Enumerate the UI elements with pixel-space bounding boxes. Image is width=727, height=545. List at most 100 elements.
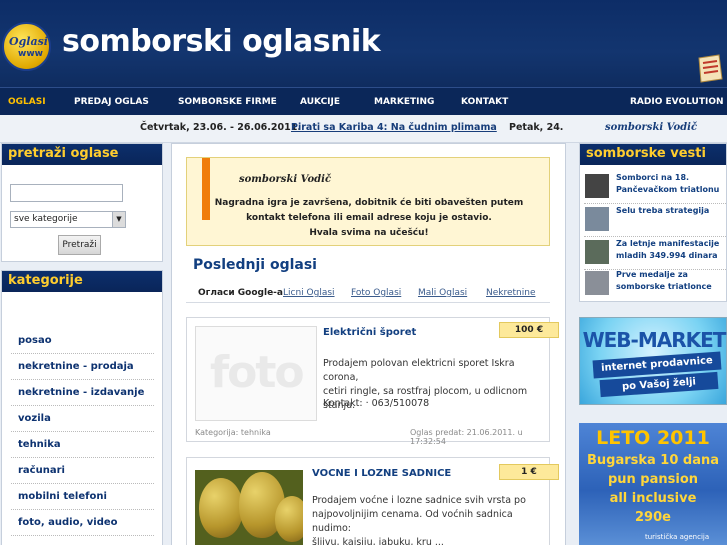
search-button[interactable]: Pretraži — [58, 235, 101, 255]
category-label: računari — [18, 465, 65, 476]
category-item[interactable]: nekretnine - prodaja — [11, 354, 154, 380]
notice-line: Hvala svima na učešću! — [309, 228, 429, 238]
logo-text: Oglasi — [9, 35, 48, 48]
ad-description: Prodajem voćne i lozne sadnice svih vrst… — [312, 494, 549, 545]
news-title[interactable]: Somborci na 18. Pančevačkom triatlonu — [616, 172, 726, 196]
news-thumbnail[interactable] — [585, 271, 609, 295]
category-select[interactable]: sve kategorije ▼ — [10, 211, 126, 228]
categories-panel: kategorije posao nekretnine - prodaja ne… — [1, 270, 163, 545]
nav-oglasi[interactable]: OGLASI — [8, 97, 46, 107]
ad-title[interactable]: VOCNE I LOZNE SADNICE — [312, 468, 451, 479]
category-label: mobilni telefoni — [18, 491, 107, 502]
tab-google-ads[interactable]: Огласи Google-а — [198, 288, 283, 298]
ticker-link[interactable]: Pirati sa Kariba 4: Na čudnim plimama — [291, 122, 497, 133]
photo-placeholder[interactable]: foto — [195, 326, 317, 421]
category-label: foto, audio, video — [18, 517, 118, 528]
ad-description-line: Prodajem polovan elektricni sporet Iskra… — [323, 358, 515, 383]
notice-line: kontakt telefona ili email adrese koju j… — [246, 213, 492, 223]
ad-contact: Kontakt: · 063/510078 — [323, 398, 430, 409]
tab-mali-oglasi[interactable]: Mali Oglasi — [418, 288, 467, 298]
chevron-down-icon[interactable]: ▼ — [112, 212, 125, 227]
ad-description-line: najpovoljnijim cenama. Od voćnih sadnica… — [312, 509, 513, 534]
news-item[interactable]: Prve medalje za somborske triatlonce — [584, 269, 726, 301]
banner-agency: turistička agencija — [645, 533, 710, 541]
banner-title: LETO 2011 — [596, 427, 710, 449]
ad-posted-date: Oglas predat: 21.06.2011. u 17:32:54 — [410, 428, 523, 446]
ad-price: 100 € — [499, 322, 559, 338]
ad-description-line: Prodajem voćne i lozne sadnice svih vrst… — [312, 495, 526, 506]
ad-listing[interactable]: VOCNE I LOZNE SADNICE 1 € Prodajem voćne… — [186, 457, 559, 545]
paper-icon — [698, 54, 723, 83]
news-title[interactable]: Selu treba strategija — [616, 205, 726, 217]
search-input[interactable] — [10, 184, 123, 202]
ad-title[interactable]: Električni šporet — [323, 327, 416, 338]
banner-line: Bugarska 10 dana — [586, 453, 720, 468]
nav-predaj-oglas[interactable]: PREDAJ OGLAS — [74, 97, 149, 107]
banner-line: pun pansion — [607, 472, 699, 487]
photo-placeholder-text: foto — [210, 347, 305, 398]
news-panel-title: somborske vesti — [586, 146, 706, 161]
site-title[interactable]: somborski oglasnik — [62, 24, 381, 59]
category-label: posao — [18, 335, 52, 346]
search-panel-title: pretraži oglase — [8, 146, 119, 161]
search-panel: pretraži oglase sve kategorije ▼ Pretraž… — [1, 143, 163, 262]
site-header: Oglasi www somborski oglasnik — [0, 0, 727, 87]
notice-message: Nagradna igra je završena, dobitnik će b… — [187, 196, 551, 241]
category-label: nekretnine - prodaja — [18, 361, 134, 372]
main-nav: OGLASI PREDAJ OGLAS SOMBORSKE FIRME AUKC… — [0, 87, 727, 115]
news-thumbnail[interactable] — [585, 174, 609, 198]
ticker-brand[interactable]: somborski Vodič — [605, 122, 697, 133]
news-thumbnail[interactable] — [585, 207, 609, 231]
category-item[interactable]: foto, audio, video — [11, 510, 154, 536]
leto-2011-banner[interactable]: LETO 2011 Bugarska 10 dana pun pansion a… — [579, 423, 727, 545]
notice-brand: somborski Vodič — [239, 174, 332, 185]
tab-foto-oglasi[interactable]: Foto Oglasi — [351, 288, 401, 298]
news-item[interactable]: Somborci na 18. Pančevačkom triatlonu — [584, 172, 726, 204]
categories-panel-title: kategorije — [8, 273, 83, 288]
news-title[interactable]: Prve medalje za somborske triatlonce — [616, 269, 726, 293]
nav-marketing[interactable]: MARKETING — [374, 97, 434, 107]
news-panel: somborske vesti Somborci na 18. Pančevač… — [579, 143, 727, 302]
category-label: nekretnine - izdavanje — [18, 387, 145, 398]
nav-kontakt[interactable]: KONTAKT — [461, 97, 508, 107]
category-label: tehnika — [18, 439, 61, 450]
news-thumbnail[interactable] — [585, 240, 609, 264]
ad-category: Kategorija: tehnika — [195, 428, 271, 437]
ticker-day: Petak, 24. — [509, 122, 564, 133]
nav-aukcije[interactable]: AUKCIJE — [300, 97, 340, 107]
nav-somborske-firme[interactable]: SOMBORSKE FIRME — [178, 97, 277, 107]
tab-licni-oglasi[interactable]: Licni Oglasi — [283, 288, 335, 298]
ad-description-line: šljivu, kajsiju, jabuku, kru ... — [312, 537, 444, 545]
notice-box: somborski Vodič Nagradna igra je završen… — [186, 157, 550, 246]
category-select-value: sve kategorije — [14, 214, 78, 224]
news-title[interactable]: Za letnje manifestacije mladih 349.994 d… — [616, 238, 726, 262]
tab-divider — [186, 302, 550, 303]
banner-title: WEB-MARKET — [582, 328, 727, 352]
banner-line: all inclusive — [609, 491, 697, 506]
ad-listing[interactable]: foto Električni šporet 100 € Prodajem po… — [186, 317, 559, 446]
news-item[interactable]: Za letnje manifestacije mladih 349.994 d… — [584, 238, 726, 270]
web-market-banner[interactable]: WEB-MARKET internet prodavnice po Vašoj … — [579, 317, 727, 405]
news-panel-header: somborske vesti — [580, 144, 726, 165]
site-logo[interactable]: Oglasi www — [2, 22, 51, 71]
tab-nekretnine[interactable]: Nekretnine — [486, 288, 536, 298]
category-item[interactable]: posao — [11, 328, 154, 354]
news-ticker: Četvrtak, 23.06. - 26.06.2011. Pirati sa… — [0, 115, 727, 143]
notice-line: Nagradna igra je završena, dobitnik će b… — [214, 198, 524, 208]
category-item[interactable]: nekretnine - izdavanje — [11, 380, 154, 406]
categories-panel-header: kategorije — [2, 271, 162, 292]
logo-subtext: www — [18, 49, 43, 59]
category-item[interactable]: tehnika — [11, 432, 154, 458]
category-item[interactable]: mobilni telefoni — [11, 484, 154, 510]
category-label: vozila — [18, 413, 51, 424]
banner-line: 290e — [635, 510, 671, 525]
ad-price: 1 € — [499, 464, 559, 480]
ticker-date: Četvrtak, 23.06. - 26.06.2011. — [140, 122, 301, 133]
nav-radio-evolution[interactable]: RADIO EVOLUTION — [630, 97, 724, 107]
category-item[interactable]: računari — [11, 458, 154, 484]
section-heading: Poslednji oglasi — [193, 257, 317, 273]
search-panel-header: pretraži oglase — [2, 144, 162, 165]
news-item[interactable]: Selu treba strategija — [584, 205, 726, 237]
pears-photo[interactable] — [195, 470, 303, 545]
category-item[interactable]: vozila — [11, 406, 154, 432]
